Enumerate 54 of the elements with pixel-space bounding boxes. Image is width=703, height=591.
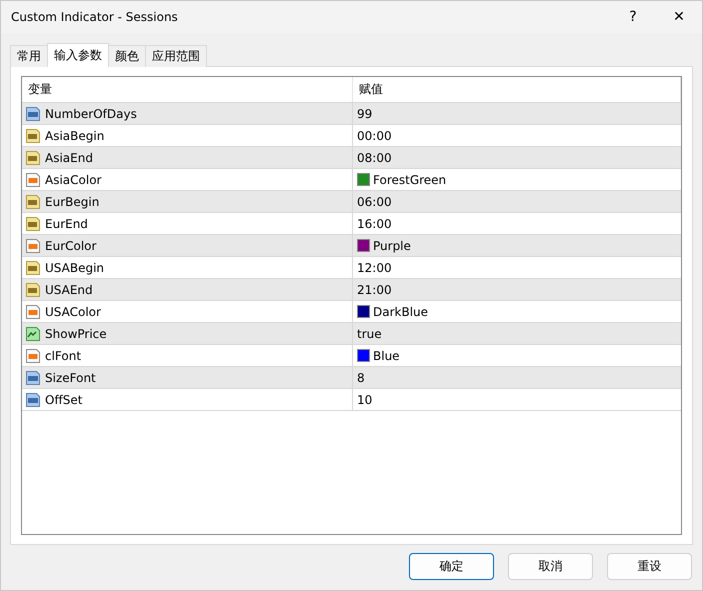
parameter-name: OffSet: [45, 392, 82, 406]
parameter-name: AsiaEnd: [45, 150, 93, 164]
number-type-icon: [25, 392, 41, 408]
parameter-value[interactable]: 00:00: [357, 128, 392, 142]
number-type-icon: [25, 370, 41, 386]
parameter-name: AsiaBegin: [45, 128, 104, 142]
parameter-value[interactable]: DarkBlue: [373, 304, 428, 318]
parameter-name: SizeFont: [45, 370, 96, 384]
number-type-icon: [25, 106, 41, 122]
parameter-name: USAColor: [45, 304, 101, 318]
parameter-value[interactable]: 16:00: [357, 216, 392, 230]
parameter-value[interactable]: 99: [357, 106, 372, 120]
parameter-name: ShowPrice: [45, 326, 107, 340]
parameter-value[interactable]: ForestGreen: [373, 172, 446, 186]
color-type-icon: [25, 304, 41, 320]
color-type-icon: [25, 348, 41, 364]
parameter-name: USAEnd: [45, 282, 93, 296]
text-type-icon: [25, 260, 41, 276]
parameter-name: EurBegin: [45, 194, 100, 208]
parameter-value[interactable]: 8: [357, 370, 365, 384]
column-header[interactable]: 赋值: [353, 77, 681, 102]
text-type-icon: [25, 150, 41, 166]
parameter-value[interactable]: 12:00: [357, 260, 392, 274]
parameter-name: NumberOfDays: [45, 106, 137, 120]
dialog-button[interactable]: 重设: [607, 553, 692, 580]
parameter-name: clFont: [45, 348, 82, 362]
parameter-name: AsiaColor: [45, 172, 102, 186]
parameter-value[interactable]: true: [357, 326, 382, 340]
dialog-button[interactable]: 取消: [508, 553, 593, 580]
parameter-name: USABegin: [45, 260, 104, 274]
parameter-name: EurEnd: [45, 216, 88, 230]
parameter-value[interactable]: Blue: [373, 348, 400, 362]
tab[interactable]: 输入参数: [47, 43, 109, 67]
text-type-icon: [25, 194, 41, 210]
color-type-icon: [25, 238, 41, 254]
column-header[interactable]: 变量: [22, 77, 353, 102]
parameter-value[interactable]: Purple: [373, 238, 411, 252]
parameter-value[interactable]: 08:00: [357, 150, 392, 164]
text-type-icon: [25, 216, 41, 232]
parameter-name: EurColor: [45, 238, 96, 252]
text-type-icon: [25, 128, 41, 144]
parameter-value[interactable]: 10: [357, 392, 372, 406]
text-type-icon: [25, 282, 41, 298]
tab[interactable]: 颜色: [108, 45, 146, 67]
tab[interactable]: 常用: [10, 45, 48, 67]
tab[interactable]: 应用范围: [145, 45, 207, 67]
chart-type-icon: [25, 326, 41, 342]
close-button[interactable]: ✕: [656, 1, 702, 33]
window-title: Custom Indicator - Sessions: [11, 10, 179, 24]
help-button[interactable]: ?: [610, 1, 656, 33]
dialog-button[interactable]: 确定: [409, 553, 494, 580]
parameter-value[interactable]: 06:00: [357, 194, 392, 208]
color-type-icon: [25, 172, 41, 188]
parameter-value[interactable]: 21:00: [357, 282, 392, 296]
